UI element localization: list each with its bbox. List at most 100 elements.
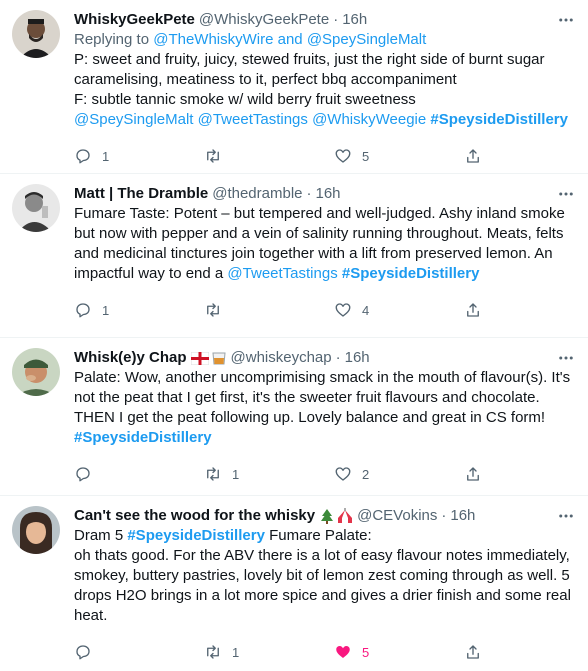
like-button[interactable]: 4: [334, 301, 464, 319]
reply-button[interactable]: 1: [74, 147, 204, 165]
england-flag-icon: [190, 351, 209, 365]
author-handle[interactable]: @whiskeychap: [231, 348, 332, 368]
reply-button[interactable]: [74, 643, 204, 661]
tweet-actions: 1 5: [74, 138, 572, 174]
like-button[interactable]: 2: [334, 465, 464, 483]
author-name[interactable]: Matt | The Dramble: [74, 184, 208, 204]
tweet-paragraph: Fumare Taste: Potent – but tempered and …: [74, 204, 572, 284]
tweet-tags: @SpeySingleMalt @TweetTastings @WhiskyWe…: [74, 110, 572, 130]
share-icon: [467, 467, 479, 481]
reply-icon: [76, 303, 90, 318]
reply-button[interactable]: [74, 465, 204, 483]
retweet-button[interactable]: [204, 147, 334, 165]
timestamp[interactable]: 16h: [342, 10, 367, 30]
reply-button[interactable]: 1: [74, 301, 204, 319]
retweet-icon: [207, 467, 219, 481]
avatar[interactable]: [12, 10, 60, 58]
separator-dot: ·: [335, 349, 341, 366]
more-options-icon[interactable]: [556, 348, 576, 368]
tweet-text: Fumare Taste: Potent – but tempered and …: [74, 204, 572, 284]
author-handle[interactable]: @CEVokins: [357, 506, 437, 526]
retweet-button[interactable]: [204, 301, 334, 319]
mention-link[interactable]: @SpeySingleMalt: [74, 111, 193, 128]
tweet-actions: 1 5: [74, 634, 572, 670]
timestamp[interactable]: 16h: [345, 348, 370, 368]
share-icon: [467, 303, 479, 317]
reply-count: 1: [102, 302, 110, 318]
reply-count: 1: [102, 148, 110, 164]
separator-dot: ·: [441, 507, 447, 524]
mention-link[interactable]: @TheWhiskyWire: [153, 31, 273, 48]
heart-icon: [335, 467, 351, 481]
replying-to: Replying to @TheWhiskyWire and @SpeySing…: [74, 30, 572, 50]
tweet[interactable]: Whisk(e)y Chap @whiskeychap · 16h Palate…: [0, 338, 588, 496]
tweet-actions: 1 2: [74, 456, 572, 492]
share-icon: [467, 645, 479, 659]
share-button[interactable]: [464, 465, 482, 483]
avatar[interactable]: [12, 184, 60, 232]
reply-icon: [76, 645, 90, 660]
retweet-button[interactable]: 1: [204, 465, 334, 483]
reply-icon: [76, 149, 90, 164]
heart-icon: [335, 149, 351, 163]
tweet-line: Palate: Wow, another uncomprimising smac…: [74, 369, 571, 426]
hashtag-link[interactable]: #SpeysideDistillery: [430, 111, 568, 128]
more-options-icon[interactable]: [556, 184, 576, 204]
avatar[interactable]: [12, 348, 60, 396]
share-button[interactable]: [464, 301, 482, 319]
replying-to-label: Replying to: [74, 31, 154, 48]
like-count: 5: [362, 644, 370, 660]
tweet[interactable]: Can't see the wood for the whisky @CEVok…: [0, 496, 588, 671]
separator-dot: ·: [333, 11, 339, 28]
tweet-text: Dram 5 #SpeysideDistillery Fumare Palate…: [74, 526, 572, 626]
christmas-tree-icon: [321, 509, 334, 524]
tweet-text: Palate: Wow, another uncomprimising smac…: [74, 368, 572, 448]
mention-link[interactable]: @TweetTastings: [227, 265, 337, 282]
share-icon: [467, 149, 479, 163]
author-name[interactable]: Can't see the wood for the whisky: [74, 506, 315, 526]
like-count: 2: [362, 466, 370, 482]
retweet-icon: [207, 645, 219, 659]
separator-dot: ·: [306, 185, 312, 202]
author-handle[interactable]: @WhiskyGeekPete: [199, 10, 329, 30]
retweet-count: 1: [232, 644, 240, 660]
timestamp[interactable]: 16h: [316, 184, 341, 204]
hashtag-link[interactable]: #SpeysideDistillery: [74, 429, 212, 446]
retweet-icon: [207, 303, 219, 317]
tweet-actions: 1 4: [74, 292, 572, 328]
tweet-text-post: Fumare Palate:: [264, 527, 372, 544]
tweet-line: F: subtle tannic smoke w/ wild berry fru…: [74, 91, 416, 108]
tweet-text: P: sweet and fruity, juicy, stewed fruit…: [74, 50, 572, 130]
tweet-line: P: sweet and fruity, juicy, stewed fruit…: [74, 51, 545, 88]
more-options-icon[interactable]: [556, 506, 576, 526]
reply-icon: [76, 467, 90, 482]
author-name[interactable]: Whisk(e)y Chap: [74, 348, 187, 368]
like-count: 5: [362, 148, 370, 164]
tweet[interactable]: WhiskyGeekPete @WhiskyGeekPete · 16h Rep…: [0, 0, 588, 174]
tweet-line: oh thats good. For the ABV there is a lo…: [74, 547, 571, 624]
tweet[interactable]: Matt | The Dramble @thedramble · 16h Fum…: [0, 174, 588, 338]
share-button[interactable]: [464, 147, 482, 165]
like-button[interactable]: 5: [334, 643, 464, 661]
like-count: 4: [362, 302, 370, 318]
hashtag-link[interactable]: #SpeysideDistillery: [342, 265, 480, 282]
name-emojis: [190, 350, 227, 366]
mention-link[interactable]: @SpeySingleMalt: [307, 31, 426, 48]
retweet-icon: [207, 149, 219, 163]
more-options-icon[interactable]: [556, 10, 576, 30]
retweet-button[interactable]: 1: [204, 643, 334, 661]
mention-link[interactable]: @TweetTastings: [198, 111, 308, 128]
tweet-header: Can't see the wood for the whisky @CEVok…: [74, 506, 572, 526]
author-name[interactable]: WhiskyGeekPete: [74, 10, 195, 30]
whisky-glass-icon: [211, 352, 226, 365]
share-button[interactable]: [464, 643, 482, 661]
mention-link[interactable]: @WhiskyWeegie: [312, 111, 426, 128]
hashtag-link[interactable]: #SpeysideDistillery: [127, 527, 265, 544]
name-emojis: [319, 508, 353, 524]
author-handle[interactable]: @thedramble: [212, 184, 302, 204]
avatar[interactable]: [12, 506, 60, 554]
tweet-header: Whisk(e)y Chap @whiskeychap · 16h: [74, 348, 572, 368]
like-button[interactable]: 5: [334, 147, 464, 165]
timestamp[interactable]: 16h: [450, 506, 475, 526]
circus-tent-icon: [338, 508, 353, 523]
